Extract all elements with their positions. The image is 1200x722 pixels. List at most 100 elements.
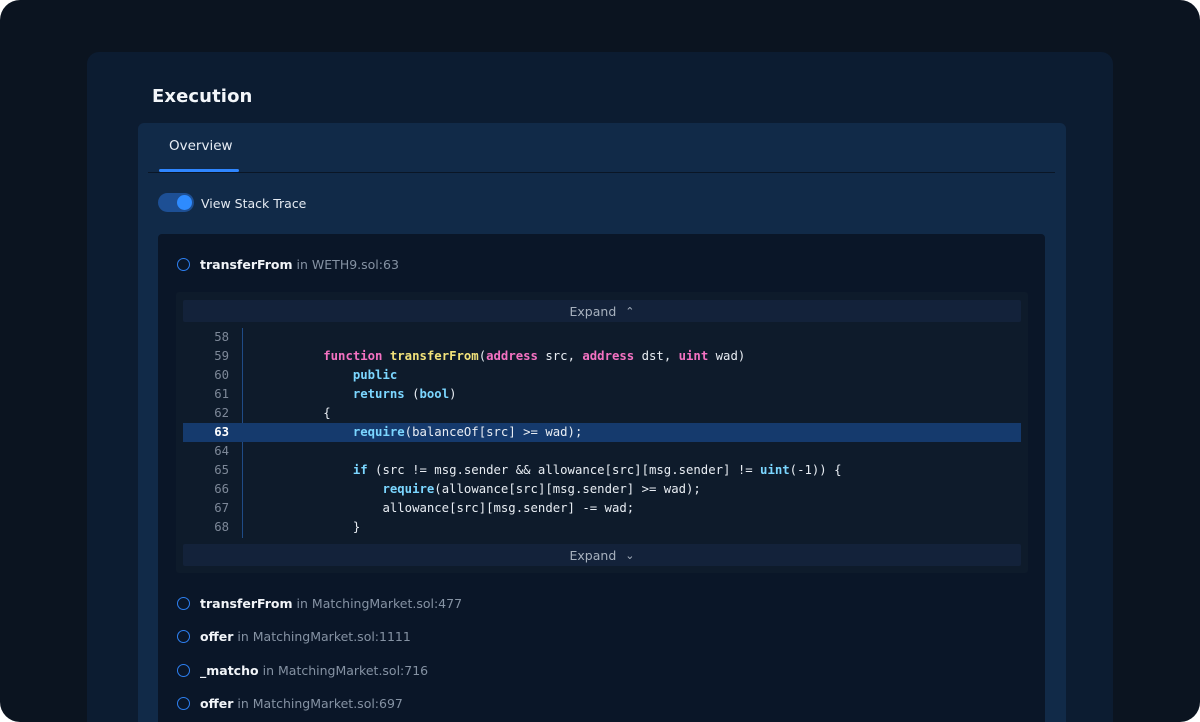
line-code: allowance[src][msg.sender] -= wad; (264, 499, 634, 518)
frame-radio-icon (177, 663, 190, 677)
code-token: uint (678, 349, 709, 363)
code-lines: 58 59 function transferFrom(address src, … (183, 328, 1021, 538)
line-code: require(balanceOf[src] >= wad); (264, 423, 583, 442)
code-line: 66 require(allowance[src][msg.sender] >=… (183, 480, 1021, 499)
line-number: 59 (214, 349, 229, 363)
line-number: 63 (214, 425, 229, 439)
frame-function-name: offer (200, 628, 234, 644)
code-token: src, (537, 349, 583, 363)
frame-radio-icon (177, 596, 190, 610)
code-token: if (352, 463, 368, 477)
stack-frame-item[interactable]: transferFrom in WETH9.sol:63 (177, 255, 399, 273)
line-code: } (264, 518, 360, 537)
code-token: (allowance[src][msg.sender] >= wad); (434, 482, 701, 496)
code-line-highlighted: 63 require(balanceOf[src] >= wad); (183, 423, 1021, 442)
code-token: address (582, 349, 635, 363)
line-code: if (src != msg.sender && allowance[src][… (264, 461, 842, 480)
expand-up-button[interactable]: Expand ⌃ (183, 300, 1021, 322)
stack-frame-item[interactable]: offer in MatchingMarket.sol:1111 (177, 627, 411, 645)
line-code: { (264, 404, 331, 423)
frame-radio-icon (177, 257, 190, 271)
line-number: 62 (214, 406, 229, 420)
line-number: 68 (214, 520, 229, 534)
code-token: bool (419, 387, 450, 401)
code-token: } (264, 520, 361, 534)
toggle-knob (177, 195, 192, 210)
code-token: dst, (634, 349, 679, 363)
frame-location: WETH9.sol:63 (311, 256, 399, 272)
chevron-double-down-icon: ⌄ (625, 548, 635, 562)
code-token: function (323, 349, 383, 363)
active-tab-indicator (159, 169, 239, 172)
code-token: returns (352, 387, 405, 401)
code-token: ( (478, 349, 487, 363)
frame-connector: in (262, 662, 274, 678)
line-code: function transferFrom(address src, addre… (264, 347, 745, 366)
frame-connector: in (296, 256, 308, 272)
frame-radio-icon (177, 696, 190, 710)
code-token: (src != msg.sender && allowance[src][msg… (367, 463, 761, 477)
code-line: 60 public (183, 366, 1021, 385)
code-token: ( (404, 387, 420, 401)
code-token: (balanceOf[src] >= wad); (404, 425, 583, 439)
line-number: 58 (214, 330, 229, 344)
frame-connector: in (296, 595, 308, 611)
code-token: require (352, 425, 405, 439)
code-line: 59 function transferFrom(address src, ad… (183, 347, 1021, 366)
code-line: 62 { (183, 404, 1021, 423)
frame-function-name: _matcho (200, 662, 259, 678)
code-token: ) (449, 387, 457, 401)
code-line: 65 if (src != msg.sender && allowance[sr… (183, 461, 1021, 480)
frame-function-name: transferFrom (200, 256, 293, 272)
section-title: Execution (152, 86, 253, 107)
frame-location: MatchingMarket.sol:697 (252, 695, 403, 711)
expand-down-button[interactable]: Expand ⌄ (183, 544, 1021, 566)
line-code: returns (bool) (264, 385, 457, 404)
stack-frame-item[interactable]: offer in MatchingMarket.sol:697 (177, 694, 403, 712)
code-token: require (382, 482, 435, 496)
frame-location: MatchingMarket.sol:716 (278, 662, 429, 678)
tab-overview-label: Overview (169, 138, 233, 154)
line-number: 67 (214, 501, 229, 515)
code-line: 67 allowance[src][msg.sender] -= wad; (183, 499, 1021, 518)
frame-function-name: offer (200, 695, 234, 711)
code-token: transferFrom (389, 349, 479, 363)
code-line: 68 } (183, 518, 1021, 537)
code-token: public (352, 368, 398, 382)
tab-overview[interactable]: Overview (159, 124, 239, 172)
code-line: 64 (183, 442, 1021, 461)
line-number: 65 (214, 463, 229, 477)
stack-trace-toggle[interactable] (158, 193, 194, 212)
app-window: Execution Overview View Stack Trace tran… (0, 0, 1200, 722)
expand-down-label: Expand (569, 547, 617, 563)
code-token: wad) (708, 349, 746, 363)
code-token: { (264, 406, 331, 420)
code-line: 61 returns (bool) (183, 385, 1021, 404)
frame-connector: in (237, 695, 249, 711)
stack-trace-toggle-label: View Stack Trace (201, 196, 307, 211)
code-token: (-1)) { (789, 463, 842, 477)
frame-connector: in (237, 628, 249, 644)
line-number: 64 (214, 444, 229, 458)
stack-frame-item[interactable]: _matcho in MatchingMarket.sol:716 (177, 661, 428, 679)
frame-radio-icon (177, 629, 190, 643)
line-code: require(allowance[src][msg.sender] >= wa… (264, 480, 701, 499)
tab-bar: Overview (148, 124, 1055, 173)
code-token: allowance[src][msg.sender] -= wad; (264, 501, 635, 515)
line-number: 61 (214, 387, 229, 401)
code-line: 58 (183, 328, 1021, 347)
line-number: 60 (214, 368, 229, 382)
chevron-double-up-icon: ⌃ (625, 304, 635, 318)
expand-up-label: Expand (569, 303, 617, 319)
line-code: public (264, 366, 397, 385)
stack-frame-item[interactable]: transferFrom in MatchingMarket.sol:477 (177, 594, 462, 612)
frame-location: MatchingMarket.sol:477 (311, 595, 463, 611)
code-token: address (486, 349, 538, 363)
